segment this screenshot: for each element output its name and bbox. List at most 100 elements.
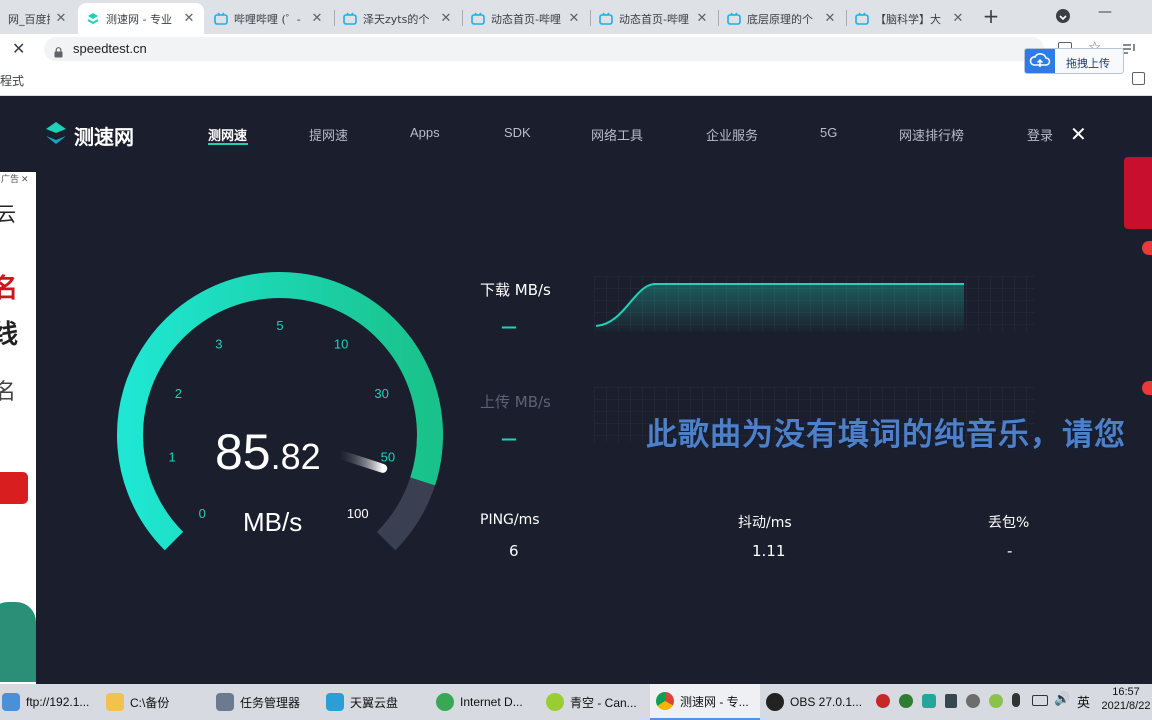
bilibili-favicon-icon [471,12,485,26]
jitter-value: 1.11 [752,542,786,560]
tab-close-icon[interactable]: ✕ [695,11,709,26]
gauge-tick-label: 10 [334,337,348,352]
nav-item-speedtest[interactable]: 测网速 [208,125,247,144]
tab-close-icon[interactable]: ✕ [823,11,837,26]
tray-app-icon[interactable] [876,694,890,708]
clock-time: 16:57 [1112,686,1140,698]
taskbar-item-music[interactable]: 青空 - Can... [546,684,648,720]
loss-value: - [1007,542,1013,560]
gauge-tick-label: 3 [215,337,222,352]
gauge-tick-label: 50 [381,449,395,464]
nav-item-apps[interactable]: Apps [410,125,440,140]
browser-tab[interactable]: 动态首页-哔哩 ✕ [463,3,589,34]
microphone-icon[interactable] [1012,693,1020,707]
ad-close-icon[interactable]: ✕ [21,175,29,185]
tab-close-icon[interactable]: ✕ [182,11,196,26]
ime-indicator[interactable]: 英 [1077,692,1090,711]
tab-close-icon[interactable]: ✕ [567,11,581,26]
browser-tab[interactable]: 哔哩哔哩 (゜- ✕ [206,3,332,34]
taskbar-label: 青空 - Can... [570,695,637,710]
gauge-tick-labels: 0 1 2 3 5 10 30 50 100 [168,318,395,521]
taskbar-label: Internet D... [460,695,523,709]
tray-app-icon[interactable] [922,694,936,708]
browser-tab[interactable]: 网_百度搜 ✕ [0,3,76,34]
tray-app-icon[interactable] [989,694,1003,708]
tab-title: 动态首页-哔哩 [619,12,689,26]
download-manager-icon [436,693,454,711]
volume-icon[interactable]: 🔊 [1054,692,1070,707]
speed-decimal: .82 [270,436,321,477]
drag-upload-widget[interactable]: 拖拽上传 [1024,48,1124,74]
nav-item-boost[interactable]: 提网速 [309,125,348,144]
window-minimize-button[interactable]: — [1098,4,1112,20]
browser-tab-active[interactable]: 测速网 - 专业 ✕ [78,3,204,34]
taskbar-item-task-manager[interactable]: 任务管理器 [216,684,320,720]
gauge-tick-label: 30 [374,386,388,401]
nav-item-sdk[interactable]: SDK [504,125,531,140]
reading-list-icon[interactable] [1122,40,1136,54]
taskbar-item-chrome[interactable]: 测速网 - 专... [650,684,760,720]
tray-app-icon[interactable] [945,694,957,708]
ftp-app-icon [2,693,20,711]
speedtest-site: 测速网 测网速 提网速 Apps SDK 网络工具 企业服务 5G 网速排行榜 … [0,97,1152,684]
bilibili-favicon-icon [343,12,357,26]
omnibox[interactable]: speedtest.cn [44,37,1044,61]
tab-close-icon[interactable]: ✕ [54,11,68,26]
browser-tab[interactable]: 【脑科学】大 ✕ [847,3,973,34]
side-badge-dot [1142,241,1152,255]
taskbar-item-idm[interactable]: Internet D... [436,684,540,720]
gauge-tick-label: 100 [347,506,369,521]
taskbar-label: OBS 27.0.1... [790,695,863,709]
ad-label-row: 广告 ✕ [0,172,36,188]
side-promo-badge[interactable] [1124,157,1152,229]
speedtest-favicon-icon [86,12,100,26]
network-icon[interactable] [1032,695,1048,706]
taskbar-item-ftp[interactable]: ftp://192.1... [0,684,100,720]
tab-close-icon[interactable]: ✕ [310,11,324,26]
taskbar-item-obs[interactable]: OBS 27.0.1... [766,684,870,720]
tab-search-icon[interactable] [1056,9,1070,23]
tab-title: 测速网 - 专业 [106,12,172,26]
tab-title: 泽天zyts的个 [363,12,430,26]
browser-tab[interactable]: 动态首页-哔哩 ✕ [591,3,717,34]
nav-item-enterprise[interactable]: 企业服务 [706,125,758,144]
gauge-tick-label: 5 [276,318,283,333]
bilibili-favicon-icon [599,12,613,26]
bookmark-item[interactable]: 程式 [0,72,24,89]
upload-value: — [501,429,517,448]
lock-icon [54,43,63,58]
tray-app-icon[interactable] [966,694,980,708]
gauge-tick-label: 1 [168,449,175,464]
other-bookmarks-icon[interactable] [1132,72,1145,85]
tab-close-icon[interactable]: ✕ [951,11,965,26]
tab-close-icon[interactable]: ✕ [439,11,453,26]
taskbar-item-cloud-drive[interactable]: 天翼云盘 [326,684,430,720]
jitter-label: 抖动/ms [738,515,792,531]
site-logo-text: 测速网 [74,125,134,149]
site-logo[interactable]: 测速网 [42,119,152,149]
login-link[interactable]: 登录 [1027,125,1053,144]
taskbar-label: 天翼云盘 [350,695,399,710]
nav-item-ranking[interactable]: 网速排行榜 [899,125,964,144]
left-ad-banner[interactable]: 广告 ✕ 云 名 线 名 [0,172,36,684]
browser-tab-strip: 网_百度搜 ✕ 测速网 - 专业 ✕ 哔哩哔哩 (゜- ✕ 泽天zyts的个 ✕… [0,0,1152,34]
new-tab-button[interactable]: + [980,5,1002,27]
ad-char: 名 [0,380,17,405]
browser-tab[interactable]: 底层原理的个 ✕ [719,3,845,34]
nav-item-tools[interactable]: 网络工具 [591,125,643,144]
ad-red-button[interactable] [0,472,28,504]
ping-value: 6 [509,542,519,560]
stop-loading-icon[interactable]: ✕ [12,39,25,58]
obs-icon [766,693,784,711]
tray-app-icon[interactable] [899,694,913,708]
close-icon[interactable]: ✕ [1070,122,1087,146]
taskbar-item-folder[interactable]: C:\备份 [106,684,210,720]
clock[interactable]: 16:57 2021/8/22 [1100,686,1152,712]
gauge-tick-label: 2 [175,386,182,401]
loss-label: 丢包% [988,515,1030,531]
upload-label: 上传 MB/s [480,393,551,411]
browser-tab[interactable]: 泽天zyts的个 ✕ [335,3,461,34]
nav-item-5g[interactable]: 5G [820,125,837,140]
task-manager-icon [216,693,234,711]
cloud-upload-icon [1025,49,1055,73]
